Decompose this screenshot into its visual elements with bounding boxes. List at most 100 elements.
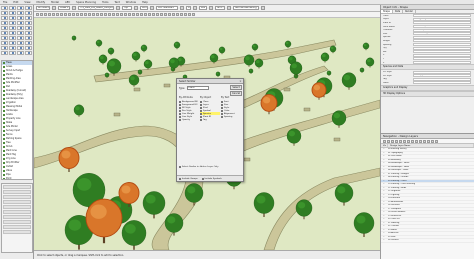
type-select[interactable]: Plant	[186, 86, 209, 90]
navigation-button[interactable]	[403, 139, 406, 143]
menu-item[interactable]: Space Planning	[73, 1, 99, 4]
tree-canopy[interactable]	[106, 58, 122, 74]
attribute-row[interactable]	[3, 220, 31, 224]
toolbar-button[interactable]	[156, 13, 159, 16]
navigation-button[interactable]	[383, 139, 386, 143]
criteria-checkbox[interactable]: Tag	[200, 118, 220, 121]
navigation-button[interactable]	[407, 139, 410, 143]
criteria-checkbox[interactable]: Spacing	[221, 115, 241, 118]
tree-canopy[interactable]	[118, 182, 140, 204]
toolbar-button[interactable]	[108, 13, 111, 16]
field-value[interactable]: 4.00	[413, 35, 471, 39]
field-value[interactable]: 0.00°	[413, 50, 471, 54]
toolbar-button[interactable]	[72, 13, 75, 16]
tree-canopy[interactable]	[215, 71, 221, 77]
footer-option[interactable]: Include Groups	[179, 177, 198, 180]
toolbar-button[interactable]	[148, 13, 151, 16]
tree-canopy[interactable]	[359, 67, 365, 73]
attribute-row[interactable]	[3, 225, 31, 229]
field-value[interactable]: Extra Heavy Std	[413, 32, 471, 36]
toolbar-button[interactable]	[104, 13, 107, 16]
tool-button[interactable]	[1, 36, 8, 40]
toolbar-button[interactable]	[144, 13, 147, 16]
toolbar-button[interactable]	[180, 13, 183, 16]
palette-tab[interactable]: Data	[393, 10, 404, 13]
tree-canopy[interactable]	[140, 44, 148, 52]
toolbar-button[interactable]	[140, 13, 143, 16]
field-value[interactable]: 1	[413, 46, 471, 50]
tree-canopy[interactable]	[104, 72, 110, 78]
tool-button[interactable]	[25, 51, 32, 55]
toolbar-button[interactable]	[112, 13, 115, 16]
tree-canopy[interactable]	[248, 68, 254, 74]
tool-button[interactable]	[1, 41, 8, 45]
tree-canopy[interactable]	[173, 41, 181, 49]
toolbar-button[interactable]	[80, 13, 83, 16]
tree-canopy[interactable]	[58, 147, 80, 169]
tree-canopy[interactable]	[251, 43, 259, 51]
palette-tab[interactable]: Shape	[381, 10, 393, 13]
tool-button[interactable]	[1, 21, 8, 25]
tree-canopy[interactable]	[71, 35, 77, 41]
field-value[interactable]: 0.00	[413, 43, 471, 47]
toolbar-button[interactable]	[168, 13, 171, 16]
view-bar-button[interactable]	[193, 6, 197, 10]
field-value[interactable]: <Plant ID>	[413, 81, 471, 85]
select-button[interactable]: Select	[230, 85, 242, 90]
tool-button[interactable]	[1, 46, 8, 50]
section-header[interactable]: 3D Display Options	[381, 90, 474, 97]
tree-canopy[interactable]	[128, 74, 140, 86]
tool-button[interactable]	[9, 41, 16, 45]
column-header[interactable]: Vis	[381, 144, 388, 147]
tree-canopy[interactable]	[218, 46, 226, 54]
navigation-button[interactable]	[423, 139, 426, 143]
tool-button[interactable]	[9, 46, 16, 50]
tool-button[interactable]	[25, 41, 32, 45]
tool-button[interactable]	[1, 26, 8, 30]
tool-button[interactable]	[1, 16, 8, 20]
view-bar-button[interactable]	[180, 6, 184, 10]
toolbar-button[interactable]	[40, 13, 43, 16]
tool-button[interactable]	[9, 11, 16, 15]
close-icon[interactable]: ×	[239, 80, 242, 83]
tree-canopy[interactable]	[73, 104, 85, 116]
palette-tab[interactable]: Render	[403, 10, 416, 13]
toolbar-button[interactable]	[96, 13, 99, 16]
tree-canopy[interactable]	[341, 72, 357, 88]
attribute-row[interactable]	[3, 200, 31, 204]
tree-canopy[interactable]	[168, 57, 180, 69]
navigation-button[interactable]	[431, 139, 434, 143]
view-bar-field[interactable]: Top	[122, 6, 132, 10]
tool-button[interactable]	[9, 31, 16, 35]
attribute-row[interactable]	[3, 210, 31, 214]
tree-canopy[interactable]	[295, 199, 313, 217]
view-bar-button[interactable]	[134, 6, 138, 10]
toolbar-button[interactable]	[36, 13, 39, 16]
tool-button[interactable]	[17, 16, 24, 20]
toolbar-button[interactable]	[192, 13, 195, 16]
design-layer-row[interactable]: ✓ 26 Scratch	[381, 239, 474, 243]
field-value[interactable]: 124.56	[413, 53, 471, 57]
tree-canopy[interactable]	[254, 58, 264, 68]
tree-canopy[interactable]	[329, 45, 337, 53]
tree-canopy[interactable]	[121, 220, 147, 246]
toolbar-button[interactable]	[136, 13, 139, 16]
tree-canopy[interactable]	[107, 47, 115, 55]
tool-button[interactable]	[9, 21, 16, 25]
field-value[interactable]: Design Layer-1	[413, 17, 471, 21]
criteria-checkbox[interactable]: Opacity	[179, 118, 199, 121]
tool-button[interactable]	[17, 21, 24, 25]
view-bar-field[interactable]: Class 1	[58, 6, 70, 10]
menu-item[interactable]: View	[21, 1, 33, 4]
attribute-row[interactable]	[3, 195, 31, 199]
tool-button[interactable]	[17, 46, 24, 50]
view-bar-button[interactable]	[72, 6, 76, 10]
field-value[interactable]: 0.00	[413, 61, 471, 65]
tool-button[interactable]	[25, 26, 32, 30]
tree-canopy[interactable]	[353, 212, 375, 234]
toolbar-button[interactable]	[68, 13, 71, 16]
navigation-button[interactable]	[387, 139, 390, 143]
tool-button[interactable]	[1, 31, 8, 35]
menu-item[interactable]: Help	[139, 1, 151, 4]
toolbar-button[interactable]	[120, 13, 123, 16]
